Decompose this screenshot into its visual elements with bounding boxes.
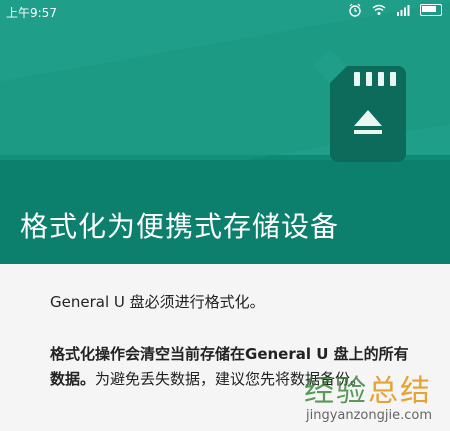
sd-card-contacts xyxy=(354,72,396,86)
page-title: 格式化为便携式存储设备 xyxy=(20,210,340,243)
watermark-logo: 经验总结 xyxy=(304,374,432,409)
eject-icon xyxy=(354,110,382,134)
watermark: 经验总结 jingyanzongjie.com xyxy=(304,374,432,424)
header-banner: 上午9:57 格式化为便携式存储设备 xyxy=(0,0,450,264)
battery-icon xyxy=(420,4,442,16)
sd-card-illustration xyxy=(313,49,406,162)
status-bar: 上午9:57 xyxy=(0,0,450,24)
status-time: 上午9:57 xyxy=(6,6,57,20)
wifi-icon xyxy=(372,4,386,15)
content-area: General U 盘必须进行格式化。 格式化操作会清空当前存储在General… xyxy=(0,264,450,431)
alarm-icon xyxy=(349,3,361,17)
watermark-url: jingyanzongjie.com xyxy=(305,408,432,423)
status-icons xyxy=(348,3,442,17)
signal-icon xyxy=(397,5,410,16)
format-notice: General U 盘必须进行格式化。 xyxy=(50,293,265,311)
